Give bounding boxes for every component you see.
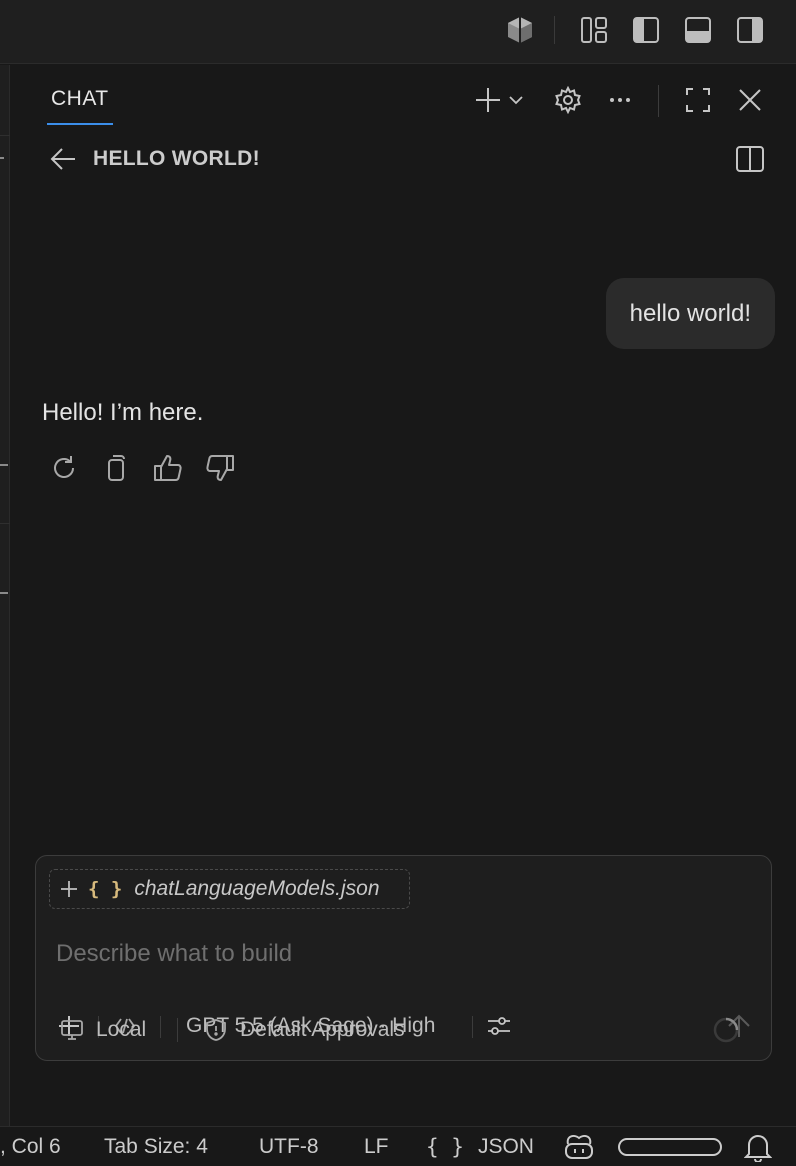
edge-divider bbox=[0, 135, 10, 136]
response-actions bbox=[47, 451, 237, 485]
encoding[interactable]: UTF-8 bbox=[259, 1127, 319, 1166]
edge-marker bbox=[0, 464, 8, 466]
location-label: Local bbox=[96, 1018, 147, 1041]
chat-panel: CHAT HELLO WORLD! hello world! Hello! I’… bbox=[11, 65, 796, 1126]
title-bar bbox=[0, 0, 796, 64]
shield-icon bbox=[204, 1018, 228, 1042]
loading-spinner-icon bbox=[712, 1010, 740, 1050]
cursor-position[interactable]: , Col 6 bbox=[0, 1127, 61, 1166]
status-bar: , Col 6 Tab Size: 4 UTF-8 LF { } JSON bbox=[0, 1126, 796, 1166]
add-context-plus-icon[interactable] bbox=[60, 880, 78, 898]
toggle-secondary-sidebar-icon[interactable] bbox=[734, 14, 766, 46]
monitor-icon bbox=[60, 1018, 84, 1042]
copy-icon[interactable] bbox=[99, 451, 133, 485]
bell-icon[interactable] bbox=[744, 1127, 772, 1166]
maximize-icon[interactable] bbox=[681, 83, 715, 117]
edge-marker bbox=[0, 157, 4, 159]
thumbs-up-icon[interactable] bbox=[151, 451, 185, 485]
assistant-message: Hello! I’m here. bbox=[42, 399, 204, 426]
language-label: JSON bbox=[477, 1135, 534, 1158]
user-message: hello world! bbox=[605, 278, 775, 349]
layout-customize-icon[interactable] bbox=[578, 14, 610, 46]
thumbs-down-icon[interactable] bbox=[203, 451, 237, 485]
prompt-input[interactable] bbox=[56, 934, 746, 974]
retry-icon[interactable] bbox=[47, 451, 81, 485]
copilot-icon[interactable] bbox=[562, 1127, 596, 1166]
gear-icon[interactable] bbox=[551, 83, 585, 117]
language-mode[interactable]: { } JSON bbox=[426, 1127, 534, 1166]
toggle-primary-sidebar-icon[interactable] bbox=[630, 14, 662, 46]
session-options: Local Default Approvals bbox=[24, 1010, 761, 1050]
session-title: HELLO WORLD! bbox=[93, 147, 260, 170]
header-divider bbox=[658, 85, 659, 117]
edge-divider bbox=[0, 523, 10, 524]
tab-chat[interactable]: CHAT bbox=[47, 87, 113, 125]
location-selector[interactable]: Local bbox=[60, 1010, 146, 1050]
end-of-line[interactable]: LF bbox=[364, 1127, 389, 1166]
session-header: HELLO WORLD! bbox=[47, 143, 260, 175]
toggle-panel-icon[interactable] bbox=[682, 14, 714, 46]
chevron-down-icon[interactable] bbox=[505, 83, 527, 117]
window: CHAT HELLO WORLD! hello world! Hello! I’… bbox=[0, 0, 796, 1166]
json-braces-icon: { } bbox=[426, 1135, 464, 1159]
edge-marker bbox=[0, 592, 8, 594]
split-view-icon[interactable] bbox=[733, 142, 767, 176]
more-actions-icon[interactable] bbox=[603, 83, 637, 117]
editor-edge bbox=[0, 65, 10, 1126]
context-file-name: chatLanguageModels.json bbox=[134, 877, 380, 900]
close-icon[interactable] bbox=[733, 83, 767, 117]
approvals-label: Default Approvals bbox=[240, 1018, 405, 1041]
title-bar-divider bbox=[554, 16, 555, 44]
progress-pill bbox=[618, 1127, 722, 1166]
new-chat-plus-icon[interactable] bbox=[471, 83, 505, 117]
context-file-chip[interactable]: { } chatLanguageModels.json bbox=[49, 869, 410, 909]
json-file-icon: { } bbox=[88, 878, 123, 900]
options-divider bbox=[177, 1018, 178, 1042]
approvals-selector[interactable]: Default Approvals bbox=[204, 1010, 405, 1050]
cube-icon[interactable] bbox=[504, 14, 536, 46]
tab-size[interactable]: Tab Size: 4 bbox=[104, 1127, 208, 1166]
back-arrow-icon[interactable] bbox=[47, 143, 79, 175]
